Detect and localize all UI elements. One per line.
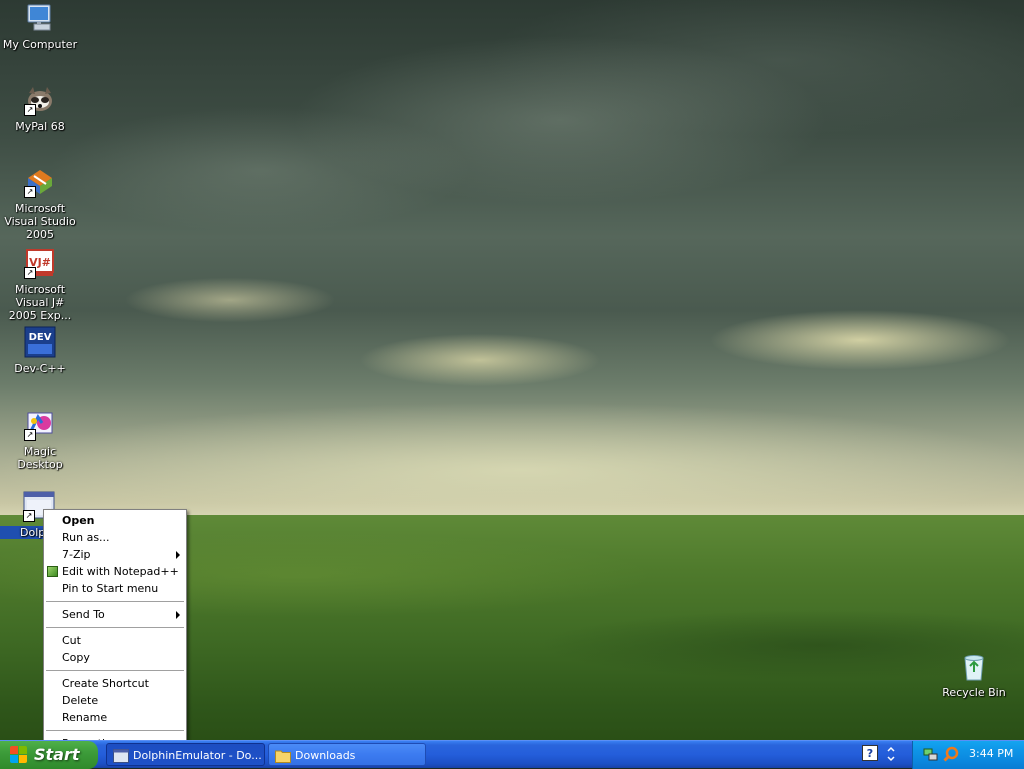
desktop-icon-label: Dev-C++ [14,362,66,375]
submenu-arrow-icon [176,611,180,619]
menu-item-label: Rename [62,711,108,724]
menu-item-label: 7-Zip [62,548,91,561]
menu-item-label: Edit with Notepad++ [62,565,179,578]
menu-item-copy[interactable]: Copy [44,649,186,666]
svg-text:DEV: DEV [29,332,52,343]
devcpp-icon: DEV [24,326,56,358]
folder-icon [275,748,291,763]
help-icon[interactable]: ? [862,745,878,761]
shortcut-arrow-icon: ↗ [24,429,36,441]
desktop-icon-label: Microsoft Visual J# 2005 Exp... [8,283,72,322]
desktop-icon-label: Microsoft Visual Studio 2005 [4,202,76,241]
menu-item-label: Delete [62,694,99,707]
start-button[interactable]: Start [0,741,98,769]
menu-item-delete[interactable]: Delete [44,692,186,709]
menu-item-pin-start[interactable]: Pin to Start menu [44,580,186,597]
menu-item-cut[interactable]: Cut [44,632,186,649]
notepadpp-icon [47,566,58,577]
menu-separator [46,730,184,731]
clock[interactable]: 3:44 PM [969,741,1013,767]
desktop-icon-label: Magic Desktop [17,445,63,471]
taskbar-window-dolphin[interactable]: DolphinEmulator - Do... [106,743,265,766]
shortcut-arrow-icon: ↗ [23,510,35,522]
shortcut-arrow-icon: ↗ [24,267,36,279]
desktop-icon-devcpp[interactable]: DEV Dev-C++ [0,326,80,375]
visual-jsharp-icon: VJ# ↗ [24,247,56,279]
menu-item-rename[interactable]: Rename [44,709,186,726]
desktop-icon-label: MyPal 68 [15,120,65,133]
menu-item-send-to[interactable]: Send To [44,606,186,623]
submenu-arrow-icon [176,551,180,559]
menu-item-label: Cut [62,634,81,647]
search-icon[interactable] [943,746,959,762]
system-tray: 3:44 PM [912,741,1024,769]
menu-item-label: Run as... [62,531,110,544]
desktop-icon-label: Recycle Bin [942,686,1006,699]
taskbar: Start DolphinEmulator - Do... Downloads … [0,740,1024,769]
menu-item-open[interactable]: Open [44,512,186,529]
desktop-icon-magic-desktop[interactable]: ↗ Magic Desktop [0,409,80,471]
magic-desktop-icon: ↗ [24,409,56,441]
dolphin-window-icon [113,748,129,763]
desktop-icon-visual-studio[interactable]: ↗ Microsoft Visual Studio 2005 [0,166,80,241]
desktop-icon-recycle-bin[interactable]: Recycle Bin [934,650,1014,699]
menu-separator [46,670,184,671]
context-menu: Open Run as... 7-Zip Edit with Notepad++… [43,509,187,754]
desktop-icon-dolphin[interactable]: ↗ Dolp [0,490,55,539]
desktop-icon-visual-jsharp[interactable]: VJ# ↗ Microsoft Visual J# 2005 Exp... [0,247,80,322]
tray-chevron-icon[interactable] [884,745,898,763]
recycle-bin-icon [958,650,990,682]
taskbar-window-label: DolphinEmulator - Do... [133,749,262,762]
mypal-raccoon-icon: ↗ [24,84,56,116]
menu-item-create-shortcut[interactable]: Create Shortcut [44,675,186,692]
start-label: Start [34,745,80,764]
menu-separator [46,627,184,628]
visual-studio-icon: ↗ [24,166,56,198]
menu-separator [46,601,184,602]
menu-item-run-as[interactable]: Run as... [44,529,186,546]
menu-item-label: Pin to Start menu [62,582,159,595]
taskbar-window-label: Downloads [295,749,356,762]
network-icon[interactable] [923,746,939,762]
menu-item-label: Send To [62,608,105,621]
menu-item-label: Create Shortcut [62,677,149,690]
windows-logo-icon [10,746,27,763]
desktop-icon-label: Dolp [0,526,46,539]
desktop-icon-mypal[interactable]: ↗ MyPal 68 [0,84,80,133]
desktop-icon-label: My Computer [2,38,78,51]
desktop-icon-my-computer[interactable]: My Computer [0,2,80,51]
shortcut-arrow-icon: ↗ [24,186,36,198]
menu-item-label: Copy [62,651,90,664]
svg-text:?: ? [867,747,873,760]
shortcut-arrow-icon: ↗ [24,104,36,116]
menu-item-label: Open [62,514,95,527]
taskbar-window-downloads[interactable]: Downloads [268,743,426,766]
my-computer-icon [24,2,56,34]
menu-item-7zip[interactable]: 7-Zip [44,546,186,563]
menu-item-edit-notepadpp[interactable]: Edit with Notepad++ [44,563,186,580]
